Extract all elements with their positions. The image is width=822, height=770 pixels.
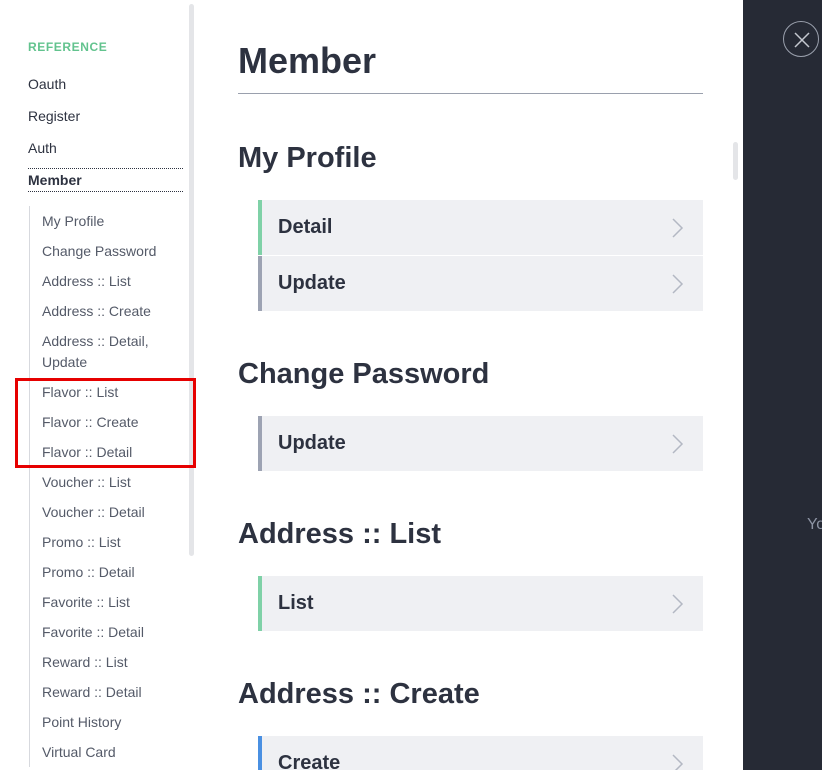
endpoint-label: List [278,592,314,614]
title-divider [238,93,703,94]
sub-item-change-password[interactable]: Change Password [42,236,184,266]
sub-item-voucher-list[interactable]: Voucher :: List [42,467,184,497]
chevron-right-icon [672,594,684,614]
reference-heading: REFERENCE [28,40,108,54]
endpoint-address-create[interactable]: Create [258,736,703,770]
member-sub-nav: My Profile Change Password Address :: Li… [29,206,184,767]
sub-item-flavor-create[interactable]: Flavor :: Create [42,407,184,437]
sub-item-virtual-card[interactable]: Virtual Card [42,737,184,767]
section-title-change-password: Change Password [238,358,490,390]
endpoint-label: Create [278,752,341,770]
sub-item-address-detail-update[interactable]: Address :: Detail, Update [42,326,184,377]
sub-item-reward-detail[interactable]: Reward :: Detail [42,677,184,707]
main-content: Member My Profile Detail Update Change P… [196,0,743,770]
chevron-right-icon [672,754,684,770]
endpoint-my-profile-update[interactable]: Update [258,256,703,311]
sidebar-item-register[interactable]: Register [28,100,183,132]
right-panel: Yo [743,0,822,770]
sub-item-voucher-detail[interactable]: Voucher :: Detail [42,497,184,527]
endpoint-label: Detail [278,216,333,238]
panel-text: Yo [807,516,822,533]
sub-item-address-create[interactable]: Address :: Create [42,296,184,326]
close-button[interactable] [783,21,819,57]
sub-item-flavor-list[interactable]: Flavor :: List [42,377,184,407]
section-title-my-profile: My Profile [238,142,377,174]
sub-item-address-list[interactable]: Address :: List [42,266,184,296]
sub-item-point-history[interactable]: Point History [42,707,184,737]
main-scrollbar[interactable] [733,142,738,180]
sidebar: REFERENCE Oauth Register Auth Member My … [0,0,196,770]
sub-item-reward-list[interactable]: Reward :: List [42,647,184,677]
sub-item-favorite-detail[interactable]: Favorite :: Detail [42,617,184,647]
sidebar-item-auth[interactable]: Auth [28,132,183,164]
close-icon [794,32,810,48]
sidebar-item-member[interactable]: Member [28,168,183,192]
sub-item-flavor-detail[interactable]: Flavor :: Detail [42,437,184,467]
chevron-right-icon [672,434,684,454]
chevron-right-icon [672,218,684,238]
endpoint-label: Update [278,272,346,294]
endpoint-label: Update [278,432,346,454]
sidebar-item-oauth[interactable]: Oauth [28,68,183,100]
section-title-address-create: Address :: Create [238,678,480,710]
section-title-address-list: Address :: List [238,518,442,550]
endpoint-change-password-update[interactable]: Update [258,416,703,471]
endpoint-my-profile-detail[interactable]: Detail [258,200,703,255]
page-title: Member [238,40,377,81]
chevron-right-icon [672,274,684,294]
sub-item-my-profile[interactable]: My Profile [42,206,184,236]
endpoint-address-list[interactable]: List [258,576,703,631]
sub-item-favorite-list[interactable]: Favorite :: List [42,587,184,617]
sub-item-promo-list[interactable]: Promo :: List [42,527,184,557]
sidebar-scrollbar[interactable] [189,4,194,556]
sub-item-promo-detail[interactable]: Promo :: Detail [42,557,184,587]
sidebar-top-nav: Oauth Register Auth Member [28,68,183,192]
